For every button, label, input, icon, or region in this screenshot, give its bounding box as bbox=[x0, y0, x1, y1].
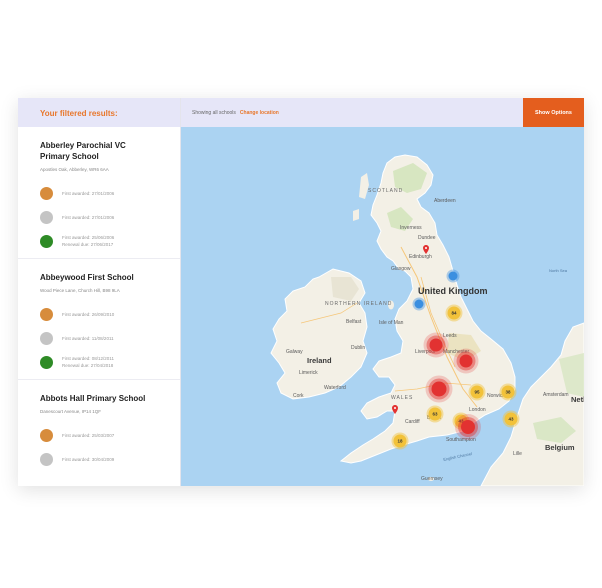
award-dot-icon bbox=[40, 331, 53, 345]
island-shape bbox=[353, 209, 359, 221]
award-dot-icon bbox=[40, 452, 53, 466]
aberdeen-label: Aberdeen bbox=[434, 198, 456, 204]
award-text: First awarded: 26/09/2010 bbox=[62, 311, 114, 318]
results-sidebar: Your filtered results: Abberley Parochia… bbox=[18, 98, 181, 486]
award-text: First awarded: 11/08/2011 bbox=[62, 335, 114, 342]
location-status: Showing all schools Change location bbox=[192, 110, 279, 116]
map-cluster-marker[interactable] bbox=[431, 381, 447, 397]
school-name[interactable]: Abbots Hall Primary School bbox=[40, 393, 170, 404]
map-cluster-marker[interactable] bbox=[414, 299, 424, 309]
award-first-awarded: First awarded: 25/03/2007 bbox=[62, 432, 115, 438]
map-toolbar: Showing all schools Change location Show … bbox=[181, 98, 584, 127]
award-dot-icon bbox=[40, 186, 53, 200]
dublin-label: Dublin bbox=[351, 345, 366, 351]
award-first-awarded: First awarded: 27/01/2006 bbox=[62, 190, 115, 196]
school-name[interactable]: Abbeywood First School bbox=[40, 272, 155, 283]
lille-label: Lille bbox=[513, 451, 522, 457]
belgium-label: Belgium bbox=[545, 443, 575, 452]
award-item: First awarded: 25/06/2006 Renewal due: 2… bbox=[40, 229, 180, 253]
showing-all-schools-text: Showing all schools bbox=[192, 110, 236, 116]
show-options-button[interactable]: Show Options bbox=[523, 98, 584, 127]
award-dot-icon bbox=[40, 428, 53, 442]
award-dot-icon bbox=[40, 210, 53, 224]
school-address: Wood Piece Lane, Church Hill, B98 9LA bbox=[40, 288, 120, 293]
galway-label: Galway bbox=[286, 349, 303, 355]
united-kingdom-label: United Kingdom bbox=[418, 286, 488, 296]
award-dot-icon bbox=[40, 355, 53, 369]
map-pin-icon[interactable] bbox=[423, 245, 429, 254]
award-first-awarded: First awarded: 27/01/2006 bbox=[62, 214, 115, 220]
award-first-awarded: First awarded: 08/12/2011 bbox=[62, 356, 114, 361]
award-text: First awarded: 27/01/2006 bbox=[62, 214, 114, 221]
edinburgh-label: Edinburgh bbox=[409, 254, 432, 260]
awards-list: First awarded: 26/09/2010 First awarded:… bbox=[40, 302, 180, 374]
dundee-label: Dundee bbox=[418, 235, 436, 241]
southampton-label: Southampton bbox=[446, 437, 476, 443]
award-text: First awarded: 25/03/2007 bbox=[62, 432, 114, 439]
map-cluster-marker[interactable]: 38 bbox=[501, 385, 515, 399]
award-text: First awarded: 30/04/2009 bbox=[62, 456, 114, 463]
school-address: Apostles Oak, Abberley, WR6 6AA bbox=[40, 167, 109, 172]
waterford-label: Waterford bbox=[324, 385, 346, 391]
results-card: Your filtered results: Abberley Parochia… bbox=[18, 98, 584, 486]
map-cluster-marker[interactable] bbox=[459, 354, 473, 368]
hebrides-shape bbox=[359, 173, 369, 199]
award-dot-icon bbox=[40, 234, 53, 248]
award-item: First awarded: 08/12/2011 Renewal due: 2… bbox=[40, 350, 180, 374]
scotland-label: SCOTLAND bbox=[368, 188, 404, 194]
isle-of-man-label: Isle of Man bbox=[379, 320, 404, 326]
map-cluster-marker[interactable]: 84 bbox=[447, 306, 461, 320]
school-name[interactable]: Abberley Parochial VC Primary School bbox=[40, 140, 155, 162]
map-cluster-marker[interactable]: 18 bbox=[393, 434, 407, 448]
award-item: First awarded: 26/09/2010 bbox=[40, 302, 180, 326]
school-address: Danescourt Avenue, IP14 1QF bbox=[40, 409, 101, 414]
map-cluster-marker[interactable]: 63 bbox=[428, 407, 442, 421]
map-cluster-marker[interactable]: 95 bbox=[470, 385, 484, 399]
award-first-awarded: First awarded: 25/06/2006 bbox=[62, 235, 115, 240]
school-card[interactable]: Abbeywood First School Wood Piece Lane, … bbox=[18, 259, 180, 380]
amsterdam-label: Amsterdam bbox=[543, 392, 569, 398]
school-card[interactable]: Abberley Parochial VC Primary School Apo… bbox=[18, 127, 180, 259]
awards-list: First awarded: 25/03/2007 First awarded:… bbox=[40, 423, 180, 471]
awards-list: First awarded: 27/01/2006 First awarded:… bbox=[40, 181, 180, 253]
award-text: First awarded: 27/01/2006 bbox=[62, 190, 114, 197]
award-first-awarded: First awarded: 26/09/2010 bbox=[62, 311, 115, 317]
map-pin-icon[interactable] bbox=[392, 405, 398, 414]
london-label: London bbox=[469, 407, 486, 413]
cardiff-label: Cardiff bbox=[405, 419, 420, 425]
map-cluster-marker[interactable] bbox=[448, 271, 458, 281]
award-text: First awarded: 08/12/2011 Renewal due: 2… bbox=[62, 355, 114, 369]
map-cluster-marker[interactable]: 43 bbox=[504, 412, 518, 426]
award-renewal-due: Renewal due: 27/04/2018 bbox=[62, 363, 114, 368]
award-item: First awarded: 25/03/2007 bbox=[40, 423, 180, 447]
award-dot-icon bbox=[40, 307, 53, 321]
award-item: First awarded: 11/08/2011 bbox=[40, 326, 180, 350]
award-item: First awarded: 30/04/2009 bbox=[40, 447, 180, 471]
award-item: First awarded: 27/01/2006 bbox=[40, 205, 180, 229]
award-renewal-due: Renewal due: 27/06/2017 bbox=[62, 242, 114, 247]
map-view[interactable]: SCOTLAND Inverness Aberdeen Dundee Edinb… bbox=[181, 127, 584, 486]
north-sea-label: North Sea bbox=[549, 268, 568, 273]
leeds-label: Leeds bbox=[443, 333, 457, 339]
sidebar-title: Your filtered results: bbox=[18, 98, 180, 127]
limerick-label: Limerick bbox=[299, 370, 318, 376]
guernsey-label: Guernsey bbox=[421, 476, 443, 482]
school-card[interactable]: Abbots Hall Primary School Danescourt Av… bbox=[18, 380, 180, 471]
award-first-awarded: First awarded: 11/08/2011 bbox=[62, 335, 114, 341]
cork-label: Cork bbox=[293, 393, 304, 399]
award-text: First awarded: 25/06/2006 Renewal due: 2… bbox=[62, 234, 114, 248]
award-item: First awarded: 27/01/2006 bbox=[40, 181, 180, 205]
change-location-link[interactable]: Change location bbox=[240, 110, 279, 116]
netherlands-label: Nethe bbox=[571, 395, 584, 404]
glasgow-label: Glasgow bbox=[391, 266, 411, 272]
inverness-label: Inverness bbox=[400, 225, 422, 231]
belfast-label: Belfast bbox=[346, 319, 362, 325]
map-cluster-marker[interactable] bbox=[461, 420, 475, 434]
ireland-label: Ireland bbox=[307, 356, 332, 365]
wales-label: WALES bbox=[391, 395, 414, 401]
map-cluster-marker[interactable] bbox=[429, 338, 443, 352]
award-first-awarded: First awarded: 30/04/2009 bbox=[62, 456, 115, 462]
northern-ireland-label: NORTHERN IRELAND bbox=[325, 301, 393, 307]
